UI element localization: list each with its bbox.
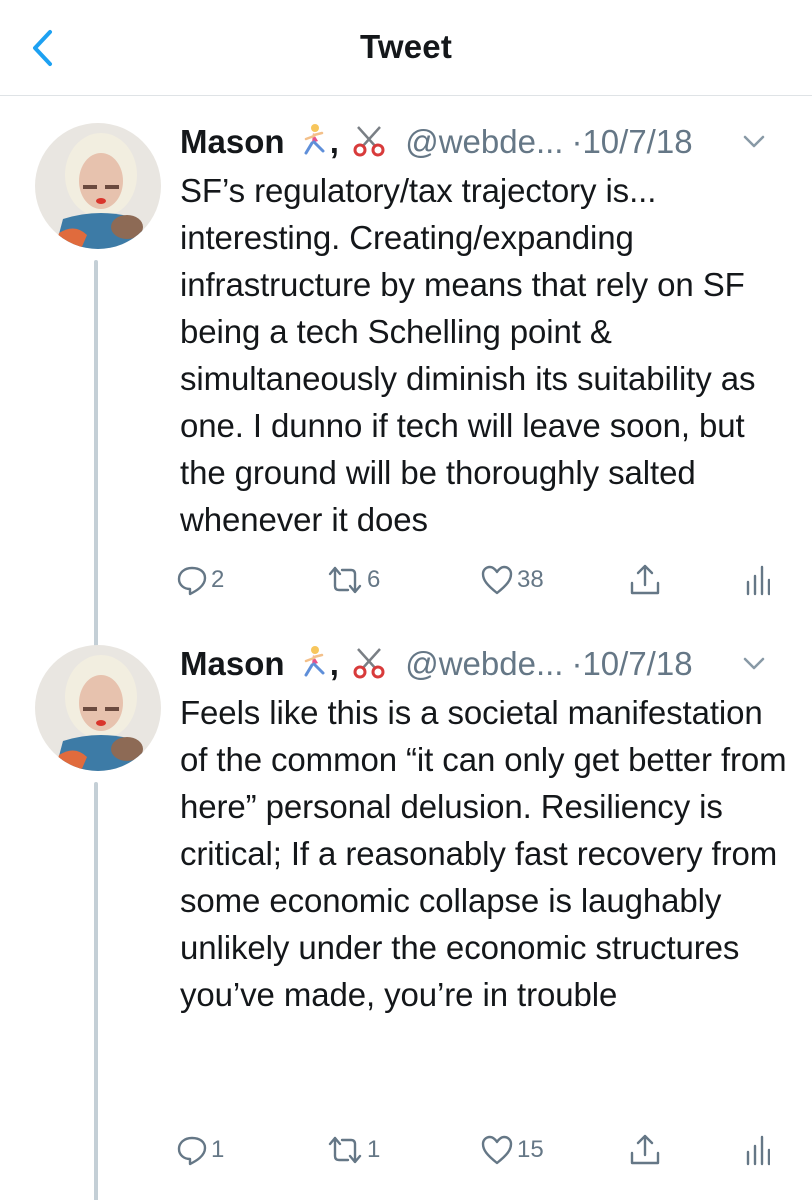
analytics-icon: [746, 1135, 770, 1166]
retweet-icon: [328, 566, 362, 594]
retweet-button[interactable]: 1: [326, 1128, 380, 1172]
woman-running-icon: [298, 645, 330, 690]
scissors-icon: [352, 123, 386, 168]
chevron-down-icon[interactable]: [742, 134, 766, 150]
reply-count: 2: [211, 566, 225, 593]
page-title: Tweet: [359, 28, 453, 65]
profile-photo: [35, 123, 161, 249]
top-navigation-bar: Tweet: [0, 0, 812, 96]
analytics-button[interactable]: [744, 558, 770, 602]
avatar[interactable]: [35, 123, 161, 249]
tweet-date[interactable]: 10/7/18: [582, 123, 692, 160]
reply-icon: [177, 566, 207, 596]
tweet-text: Feels like this is a societal manifestat…: [180, 694, 787, 1013]
thread-connector-line: [94, 260, 98, 656]
retweet-count: 6: [367, 566, 381, 593]
thread-connector-line: [94, 782, 98, 1200]
tweet-header: Mason , @webde... ·10/7/18: [180, 120, 792, 164]
retweet-icon: [328, 1136, 362, 1164]
analytics-icon: [746, 565, 770, 596]
chevron-down-icon[interactable]: [742, 656, 766, 672]
retweet-button[interactable]: 6: [326, 558, 380, 602]
reply-button[interactable]: 2: [176, 558, 224, 602]
tweet-1[interactable]: Mason , @webde... ·10/7/18 SF’s regulato…: [0, 120, 812, 656]
author-name[interactable]: Mason: [180, 123, 285, 160]
reply-button[interactable]: 1: [176, 1128, 224, 1172]
tweet-actions: 2 6 38: [176, 558, 786, 602]
retweet-count: 1: [367, 1136, 381, 1163]
share-button[interactable]: [628, 1128, 662, 1172]
reply-count: 1: [211, 1136, 225, 1163]
reply-icon: [177, 1136, 207, 1166]
profile-photo: [35, 645, 161, 771]
tweet-actions: 1 1 15: [176, 1128, 786, 1172]
analytics-button[interactable]: [744, 1128, 770, 1172]
like-count: 38: [517, 566, 544, 593]
author-name[interactable]: Mason: [180, 645, 285, 682]
like-button[interactable]: 38: [480, 558, 544, 602]
separator-dot: ·: [571, 645, 583, 682]
tweet-header: Mason , @webde... ·10/7/18: [180, 642, 792, 686]
author-handle[interactable]: @webde...: [405, 645, 563, 682]
tweet-2[interactable]: Mason , @webde... ·10/7/18 Feels like th…: [0, 642, 812, 1200]
share-icon: [630, 1134, 660, 1165]
like-button[interactable]: 15: [480, 1128, 544, 1172]
tweet-date[interactable]: 10/7/18: [582, 645, 692, 682]
woman-running-icon: [298, 123, 330, 168]
like-count: 15: [517, 1136, 544, 1163]
separator-dot: ·: [571, 123, 583, 160]
share-icon: [630, 564, 660, 595]
avatar[interactable]: [35, 645, 161, 771]
author-handle[interactable]: @webde...: [405, 123, 563, 160]
scissors-icon: [352, 645, 386, 690]
heart-icon: [481, 1135, 513, 1165]
share-button[interactable]: [628, 558, 662, 602]
heart-icon: [481, 565, 513, 595]
tweet-text: SF’s regulatory/tax trajectory is... int…: [180, 172, 756, 538]
